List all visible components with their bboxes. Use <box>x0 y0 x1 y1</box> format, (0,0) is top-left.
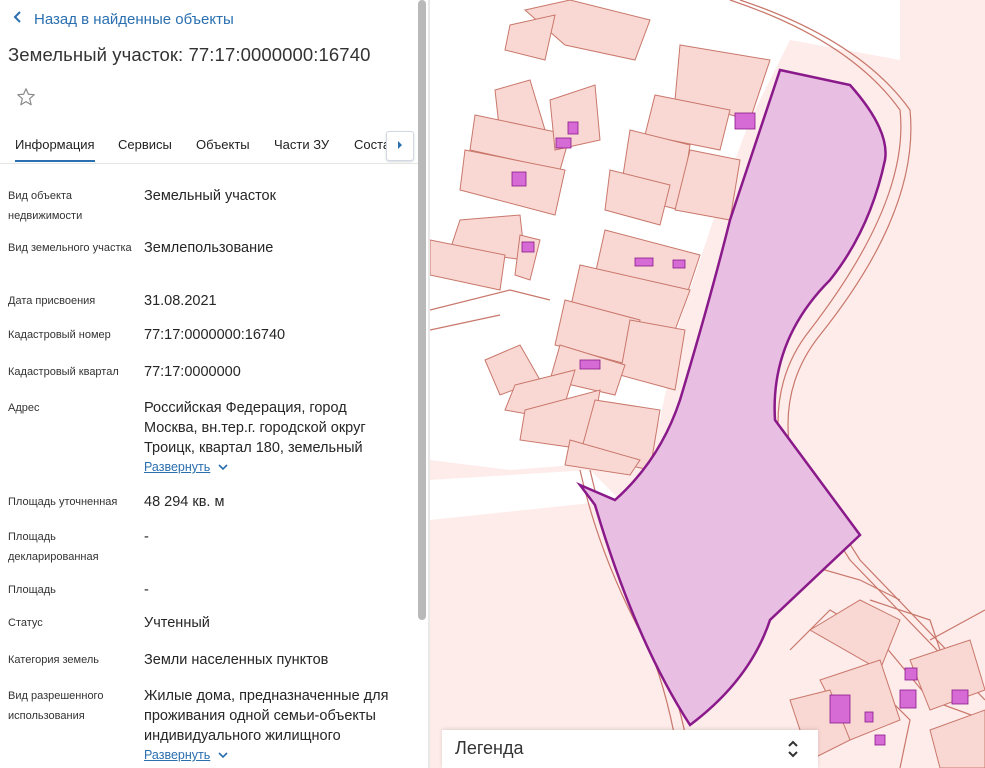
back-link[interactable]: Назад в найденные объекты <box>12 8 234 30</box>
field-value: Земли населенных пунктов <box>144 652 329 668</box>
tab-composition[interactable]: Соста <box>354 137 390 152</box>
legend-title: Легенда <box>455 738 524 758</box>
field-value: 31.08.2021 <box>144 293 217 309</box>
expand-label: Развернуть <box>144 748 211 762</box>
field-label: Площадь <box>8 584 56 596</box>
field-value: - <box>144 529 149 545</box>
expand-label: Развернуть <box>144 460 211 474</box>
field-value: - <box>144 582 149 598</box>
field-label: Вид разрешенного использования <box>8 690 104 722</box>
cadastral-map[interactable] <box>430 0 985 768</box>
field-label: Вид объекта недвижимости <box>8 190 83 222</box>
field-value: Земельный участок <box>144 188 276 204</box>
tab-information[interactable]: Информация <box>15 137 95 162</box>
field-value: 77:17:0000000:16740 <box>144 327 286 343</box>
field-label: Статус <box>8 617 43 629</box>
panel-scrollbar[interactable] <box>418 0 426 620</box>
field-value: Учтенный <box>144 615 210 631</box>
tab-services[interactable]: Сервисы <box>118 137 172 152</box>
tab-bar: Информация Сервисы Объекты Части ЗУ Сост… <box>0 128 420 164</box>
star-outline-icon[interactable] <box>15 86 37 108</box>
tab-objects[interactable]: Объекты <box>196 137 250 152</box>
tab-parcel-parts[interactable]: Части ЗУ <box>274 137 329 152</box>
field-value: Землепользование <box>144 240 274 256</box>
chevron-right-icon <box>396 137 404 155</box>
map-canvas <box>430 0 985 768</box>
field-label: Вид земельного участка <box>8 242 132 254</box>
page-title: Земельный участок: 77:17:0000000:16740 <box>8 44 371 65</box>
info-panel: Назад в найденные объекты Земельный учас… <box>0 0 420 768</box>
field-label: Категория земель <box>8 654 99 666</box>
chevron-down-icon <box>218 460 228 474</box>
field-label: Адрес <box>8 402 40 414</box>
field-label: Дата присвоения <box>8 295 96 307</box>
expand-address-link[interactable]: Развернуть <box>144 460 228 474</box>
map-legend-panel[interactable]: Легенда <box>442 730 818 768</box>
tab-scroll-button[interactable] <box>386 131 414 161</box>
field-value: 48 294 кв. м <box>144 494 225 510</box>
updown-chevron-icon[interactable] <box>785 738 801 760</box>
chevron-down-icon <box>218 748 228 762</box>
chevron-left-icon <box>12 10 34 28</box>
field-label: Площадь уточненная <box>8 496 118 508</box>
field-value: Жилые дома, предназначенные для проживан… <box>144 688 389 744</box>
field-label: Кадастровый квартал <box>8 366 119 378</box>
field-label: Площадь декларированная <box>8 531 99 563</box>
field-value: 77:17:0000000 <box>144 364 241 380</box>
field-label: Кадастровый номер <box>8 329 111 341</box>
field-value: Российская Федерация, город Москва, вн.т… <box>144 400 366 456</box>
back-link-label: Назад в найденные объекты <box>34 10 234 28</box>
expand-permitted-use-link[interactable]: Развернуть <box>144 748 228 762</box>
